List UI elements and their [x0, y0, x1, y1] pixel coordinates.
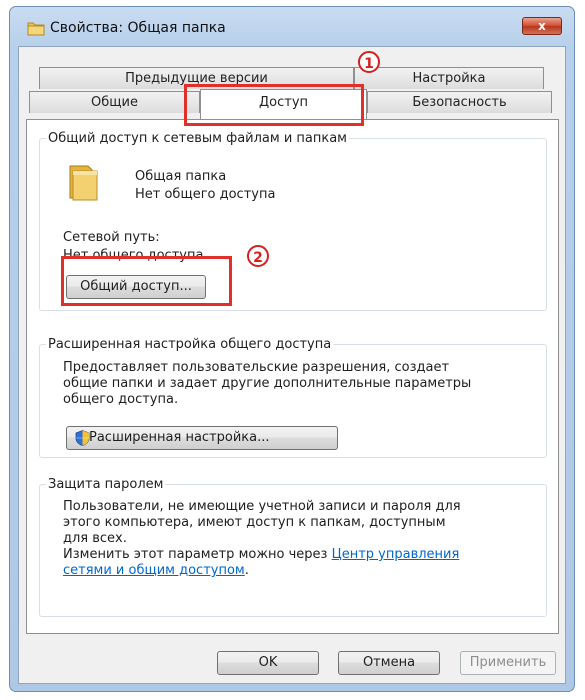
cancel-button-label: Отмена [362, 655, 416, 670]
password-description-line: Пользователи, не имеющие учетной записи … [63, 499, 461, 514]
folder-name: Общая папка [135, 169, 227, 184]
shield-icon [75, 430, 90, 454]
annotation-highlight-share-button [61, 256, 232, 306]
group-legend: Расширенная настройка общего доступа [48, 337, 332, 352]
tab-customize[interactable]: Настройка [354, 67, 544, 89]
apply-button-label: Применить [469, 655, 547, 670]
tab-label: Безопасность [412, 95, 507, 110]
ok-button[interactable]: OK [217, 651, 319, 675]
advanced-description-line: общего доступа. [63, 392, 179, 407]
ok-button-label: OK [258, 655, 278, 670]
tab-label: Общие [91, 95, 138, 110]
password-link-line: сетями и общим доступом. [63, 563, 249, 579]
close-button[interactable]: x [522, 17, 562, 35]
advanced-description-line: Предоставляет пользовательские разрешени… [63, 360, 450, 375]
title-bar[interactable]: Свойства: Общая папка x [10, 7, 574, 47]
network-center-link-cont[interactable]: сетями и общим доступом [63, 563, 245, 578]
close-icon: x [538, 19, 546, 33]
annotation-highlight-tab [184, 84, 364, 126]
shared-folder-icon [67, 162, 101, 206]
apply-button[interactable]: Применить [460, 651, 556, 675]
folder-share-status: Нет общего доступа [135, 187, 276, 202]
dialog-client: Предыдущие версии Настройка Общие Доступ… [18, 46, 566, 684]
network-path-label: Сетевой путь: [63, 230, 160, 245]
annotation-marker-1: 1 [358, 51, 380, 73]
annotation-marker-number: 1 [364, 56, 374, 72]
password-description-line: для всех. [63, 531, 127, 546]
tab-label: Настройка [412, 71, 486, 86]
annotation-marker-number: 2 [253, 250, 263, 266]
tab-security[interactable]: Безопасность [367, 91, 552, 113]
advanced-description-line: общие папки и задает другие дополнительн… [63, 376, 472, 391]
password-change-text: Изменить этот параметр можно через [63, 547, 328, 562]
group-legend: Общий доступ к сетевым файлам и папкам [48, 131, 347, 146]
password-description-line: этого компьютера, имеют доступ к папкам,… [63, 515, 446, 530]
period-text: . [244, 563, 249, 578]
network-center-link[interactable]: Центр управления [332, 547, 460, 562]
advanced-sharing-button-label: Расширенная настройка... [89, 430, 270, 445]
cancel-button[interactable]: Отмена [338, 651, 440, 675]
advanced-sharing-button[interactable]: Расширенная настройка... [66, 426, 338, 450]
annotation-marker-2: 2 [247, 245, 269, 267]
tab-general[interactable]: Общие [29, 91, 200, 113]
window-title: Свойства: Общая папка [50, 20, 226, 36]
password-change-line: Изменить этот параметр можно через Центр… [63, 547, 459, 563]
group-legend: Защита паролем [48, 477, 164, 492]
folder-icon [27, 20, 45, 40]
sharing-tab-panel: Общий доступ к сетевым файлам и папкам О… [26, 119, 559, 634]
